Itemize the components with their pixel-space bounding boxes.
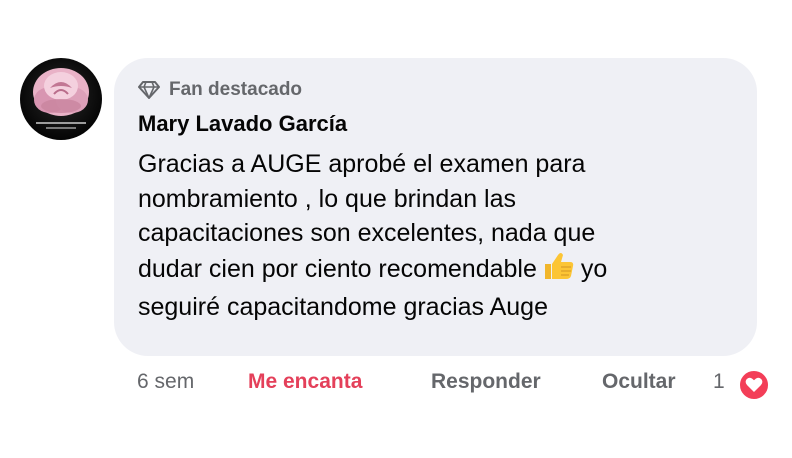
comment-text: Gracias a AUGE aprobé el examen para nom… xyxy=(138,147,738,325)
comment-actions: 6 sem Me encanta Responder Ocultar 1 xyxy=(0,368,792,402)
diamond-icon xyxy=(138,81,160,99)
timestamp[interactable]: 6 sem xyxy=(137,370,194,394)
comment-line: dudar cien por ciento recomendable yo xyxy=(138,251,738,291)
comment-line-text: dudar cien por ciento recomendable xyxy=(138,254,537,283)
rose-avatar-icon xyxy=(33,68,89,129)
avatar[interactable] xyxy=(20,58,102,140)
comment-line-text: yo xyxy=(580,254,608,283)
comment-bubble: Fan destacado Mary Lavado García Gracias… xyxy=(114,58,757,356)
reply-button[interactable]: Responder xyxy=(431,370,541,394)
comment-line: nombramiento , lo que brindan las xyxy=(138,184,517,213)
thumbs-up-icon xyxy=(541,251,575,291)
author-name[interactable]: Mary Lavado García xyxy=(138,111,347,137)
reaction-count[interactable]: 1 xyxy=(713,370,725,394)
comment-line: Gracias a AUGE aprobé el examen para xyxy=(138,150,586,178)
badge-label: Fan destacado xyxy=(169,79,303,100)
comment-screen: Fan destacado Mary Lavado García Gracias… xyxy=(0,0,792,458)
love-reaction-button[interactable]: Me encanta xyxy=(248,370,362,394)
hide-button[interactable]: Ocultar xyxy=(602,370,676,394)
heart-icon[interactable] xyxy=(737,368,771,402)
comment-line: seguiré capacitandome gracias Auge xyxy=(138,293,548,321)
comment-line: capacitaciones son excelentes, nada que xyxy=(138,219,596,247)
top-fan-badge: Fan destacado xyxy=(138,78,302,102)
